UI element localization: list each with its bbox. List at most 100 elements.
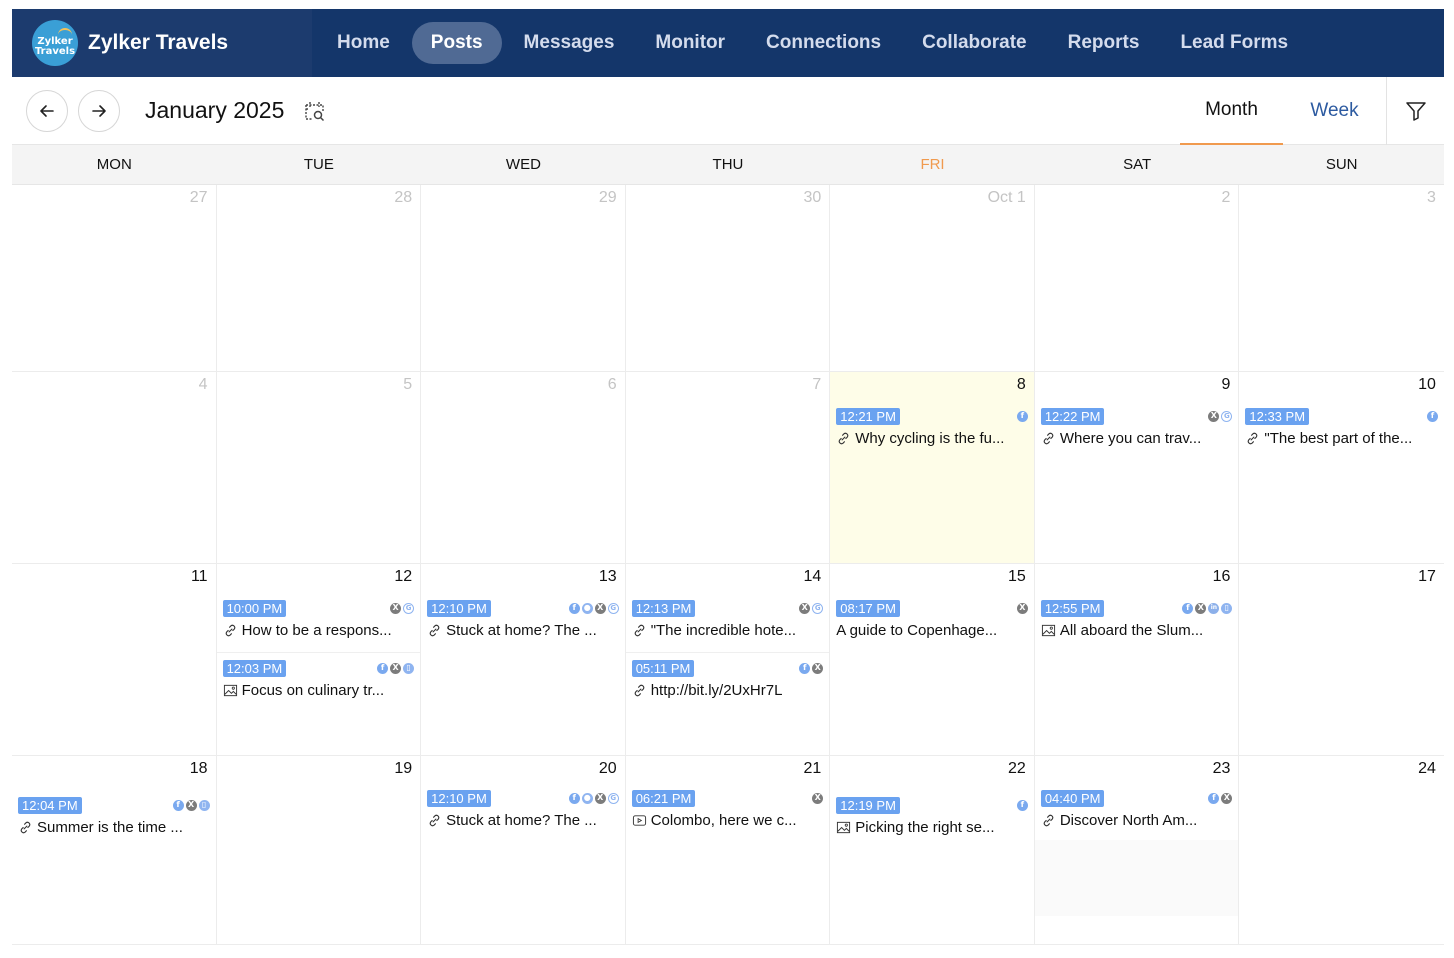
nav-item-home[interactable]: Home (318, 22, 409, 64)
network-icons: f ● X G (568, 792, 619, 804)
nav-item-reports[interactable]: Reports (1049, 22, 1159, 64)
scheduled-post[interactable]: 12:03 PM f X ▯ Focus on culinary tr... (216, 652, 421, 699)
day-number: 19 (394, 760, 413, 777)
day-cell[interactable]: 27 (12, 185, 217, 371)
day-cell[interactable]: 6 (421, 372, 626, 563)
day-cell[interactable]: 12 10:00 PM XG How to be a respons... 12… (216, 564, 422, 755)
day-cell[interactable]: 14 12:13 PM XG "The incredible hote... 0… (625, 564, 831, 755)
day-cell[interactable]: 5 (216, 372, 422, 563)
post-time: 12:03 PM (222, 659, 287, 677)
facebook-icon: f (1208, 792, 1220, 804)
scheduled-post[interactable]: 12:22 PM XG Where you can trav... (1035, 407, 1239, 447)
nav-item-messages[interactable]: Messages (505, 22, 634, 64)
day-cell[interactable]: 11 (12, 564, 217, 755)
day-cell[interactable]: 16 12:55 PM f Xin ▯ All aboard the Slum... (1034, 564, 1240, 755)
day-cell[interactable]: 10 12:33 PM f "The best part of the... (1239, 372, 1444, 563)
calendar-search-icon[interactable] (302, 98, 328, 124)
brand[interactable]: Zylker Travels Zylker Travels (12, 9, 312, 77)
calendar-week-row: 18 12:04 PM f X ▯ Summer is the time ... 19… (12, 756, 1444, 945)
post-time: 12:33 PM (1245, 407, 1310, 425)
day-number: 17 (1418, 568, 1436, 585)
day-cell[interactable]: Oct 1 (830, 185, 1035, 371)
month-calendar-grid: 27 28 29 30 Oct 1 23 456 7 8 12:21 PM f Why cycl… (12, 185, 1444, 945)
group-icon: ● (581, 602, 593, 614)
post-title: "The best part of the... (1264, 430, 1413, 447)
day-cell[interactable]: 3 (1239, 185, 1444, 371)
scheduled-post[interactable]: 08:17 PM X A guide to Copenhage... (830, 599, 1034, 639)
scheduled-post[interactable]: 12:21 PM f Why cycling is the fu... (830, 407, 1034, 447)
tab-month[interactable]: Month (1180, 77, 1283, 145)
scheduled-post[interactable]: 12:04 PM f X ▯ Summer is the time ... (12, 796, 216, 836)
scheduled-post[interactable]: 06:21 PM X Colombo, here we c... (626, 789, 830, 829)
group-icon: ● (581, 792, 593, 804)
google-icon: G (403, 602, 415, 614)
x-icon: X (812, 792, 824, 804)
day-cell[interactable]: 2 (1034, 185, 1240, 371)
calendar-week-row: 4 5 6 7 8 12:21 PM f Why cycling is the fu..… (12, 372, 1444, 564)
post-title: http://bit.ly/2UxHr7L (650, 682, 783, 699)
scheduled-post[interactable]: 12:55 PM f Xin ▯ All aboard the Slum... (1035, 599, 1239, 639)
post-time: 12:10 PM (427, 789, 491, 807)
weekday-wed: WED (505, 156, 541, 173)
scheduled-post[interactable]: 05:11 PM fX http://bit.ly/2UxHr7L (625, 652, 830, 699)
weekday-sun: SUN (1325, 156, 1358, 173)
bookmark-icon: ▯ (403, 662, 415, 674)
day-cell[interactable]: 30 (625, 185, 831, 371)
scheduled-post[interactable]: 12:19 PM f Picking the right se... (830, 796, 1034, 836)
scheduled-post[interactable]: 10:00 PM XG How to be a respons... (217, 599, 421, 639)
weekday-tue: TUE (303, 156, 334, 173)
scheduled-post[interactable]: 04:40 PM fX Discover North Am... (1035, 789, 1239, 829)
day-overflow-area (1034, 840, 1239, 916)
day-cell[interactable]: 29 (421, 185, 626, 371)
nav-item-collaborate[interactable]: Collaborate (903, 22, 1046, 64)
previous-month-button[interactable] (26, 89, 68, 132)
x-icon: X (1208, 410, 1220, 422)
post-title: Picking the right se... (855, 819, 995, 836)
post-title: How to be a respons... (241, 622, 392, 639)
next-month-button[interactable] (78, 89, 120, 132)
post-time: 12:21 PM (836, 407, 900, 425)
nav-item-lead-forms[interactable]: Lead Forms (1161, 22, 1307, 64)
scheduled-post[interactable]: 12:33 PM f "The best part of the... (1239, 407, 1444, 447)
day-cell[interactable]: 22 12:19 PM f Picking the right se... (830, 756, 1035, 944)
brand-name: Zylker Travels (88, 31, 229, 54)
day-cell[interactable]: 20 12:10 PM f ● X G Stuck at home? The ... (421, 756, 626, 944)
link-icon (1041, 813, 1060, 828)
day-cell[interactable]: 4 (12, 372, 217, 563)
network-icons: XG (1208, 410, 1233, 422)
post-title: Why cycling is the fu... (855, 430, 1005, 447)
linkedin-icon: in (1208, 602, 1220, 614)
day-number: 7 (812, 376, 822, 393)
day-cell[interactable]: 13 12:10 PM f ● X G Stuck at home? The ... (421, 564, 626, 755)
nav-item-connections[interactable]: Connections (747, 22, 900, 64)
day-cell[interactable]: 23 04:40 PM fX Discover North Am... (1034, 756, 1240, 944)
day-cell[interactable]: 19 (216, 756, 422, 944)
day-cell[interactable]: 24 (1239, 756, 1444, 944)
facebook-icon: f (799, 662, 811, 674)
scheduled-post[interactable]: 12:13 PM XG "The incredible hote... (626, 599, 830, 639)
facebook-icon: f (172, 799, 184, 811)
arrow-right-icon (92, 104, 106, 117)
facebook-icon: f (568, 602, 580, 614)
day-cell[interactable]: 21 06:21 PM X Colombo, here we c... (625, 756, 831, 944)
network-icons: f (1016, 410, 1028, 422)
network-icons: f X ▯ (377, 662, 415, 674)
scheduled-post[interactable]: 12:10 PM f ● X G Stuck at home? The ... (421, 599, 625, 639)
day-number: Oct 1 (987, 189, 1026, 206)
day-cell[interactable]: 7 (625, 372, 831, 563)
network-icons: f ● X G (568, 602, 619, 614)
facebook-icon: f (1016, 410, 1028, 422)
post-time: 05:11 PM (631, 659, 695, 677)
day-cell[interactable]: 9 12:22 PM XG Where you can trav... (1034, 372, 1240, 563)
day-cell[interactable]: 8 12:21 PM f Why cycling is the fu... (830, 372, 1035, 563)
day-number: 14 (803, 568, 822, 585)
filter-button[interactable] (1386, 77, 1444, 145)
day-cell[interactable]: 18 12:04 PM f X ▯ Summer is the time ... (12, 756, 217, 944)
scheduled-post[interactable]: 12:10 PM f ● X G Stuck at home? The ... (421, 789, 625, 829)
day-cell[interactable]: 17 (1239, 564, 1444, 755)
nav-item-monitor[interactable]: Monitor (636, 22, 744, 64)
day-cell[interactable]: 15 08:17 PM X A guide to Copenhage... (830, 564, 1035, 755)
tab-week[interactable]: Week (1283, 77, 1386, 145)
day-cell[interactable]: 28 (216, 185, 422, 371)
nav-item-posts[interactable]: Posts (411, 22, 502, 64)
